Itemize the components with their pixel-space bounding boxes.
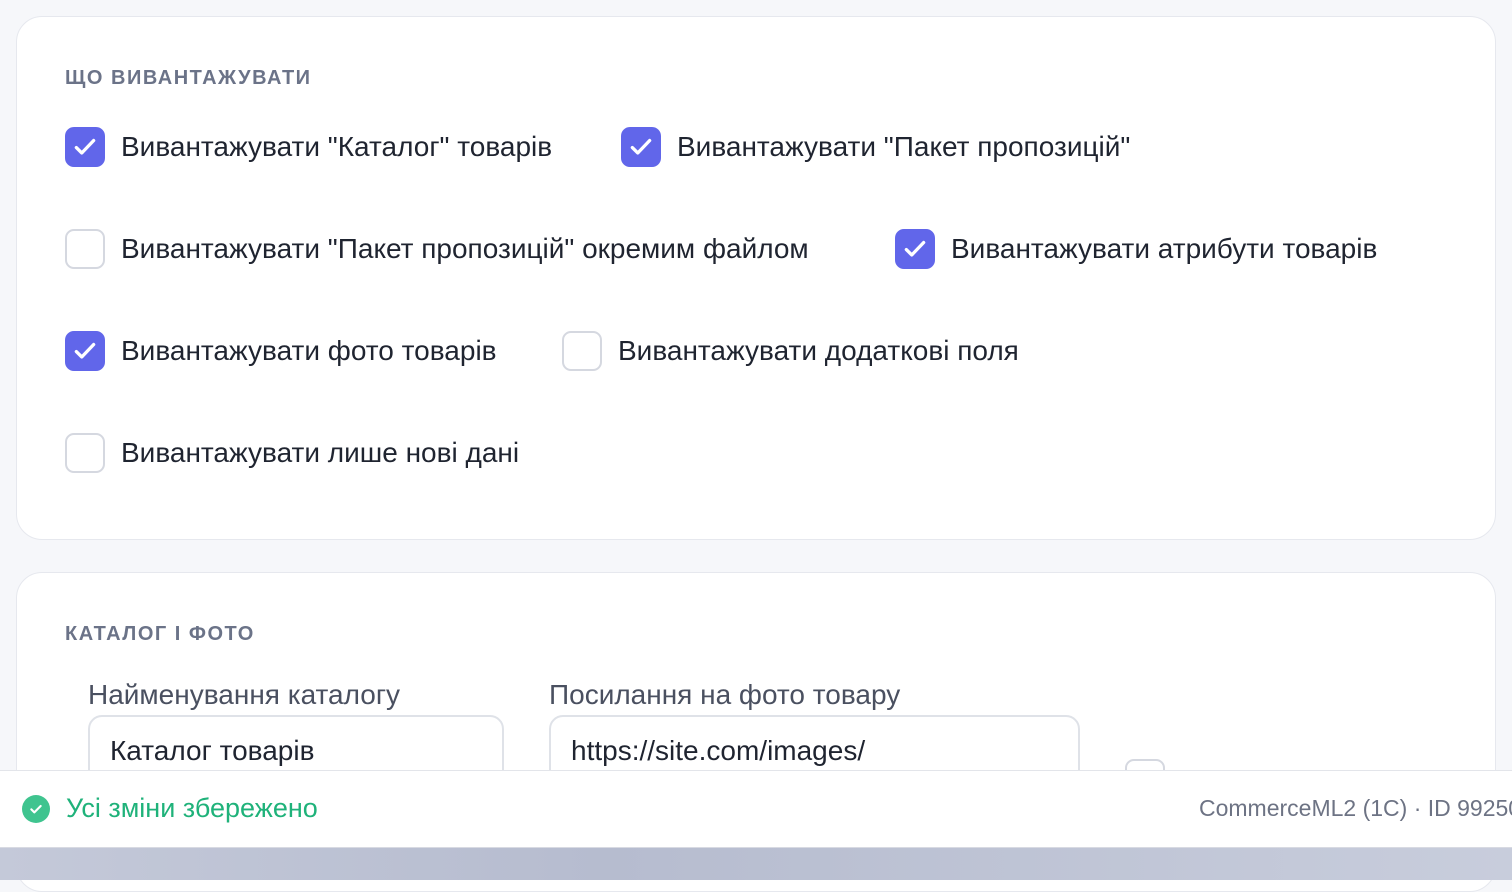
option-label: Вивантажувати лише нові дані <box>121 437 520 468</box>
option-label: Вивантажувати "Каталог" товарів <box>121 131 553 162</box>
option-export-photos[interactable]: Вивантажувати фото товарів <box>65 331 497 371</box>
option-export-new-only[interactable]: Вивантажувати лише нові дані <box>65 433 519 473</box>
option-label: Вивантажувати "Пакет пропозицій" <box>677 131 1131 162</box>
window-bottom-background <box>0 848 1512 880</box>
option-export-catalog[interactable]: Вивантажувати "Каталог" товарів <box>65 127 552 167</box>
checkbox-export-offers[interactable] <box>621 127 661 167</box>
export-options-card: Що вивантажувати Вивантажувати "Каталог"… <box>16 16 1496 540</box>
photo-link-label: Посилання на фото товару <box>549 679 901 710</box>
checkbox-export-new-only[interactable] <box>65 433 105 473</box>
integration-meta: CommerceML2 (1C) · ID 99250 <box>1199 795 1512 821</box>
option-export-offers-separate-file[interactable]: Вивантажувати "Пакет пропозицій" окремим… <box>65 229 809 269</box>
option-export-attributes[interactable]: Вивантажувати атрибути товарів <box>895 229 1377 269</box>
option-label: Вивантажувати "Пакет пропозицій" окремим… <box>121 233 809 264</box>
save-status: Усі зміни збережено <box>22 793 318 824</box>
section-title-catalog: Каталог і фото <box>65 623 255 645</box>
option-label: Вивантажувати додаткові поля <box>618 335 1019 366</box>
checkbox-export-offers-separate-file[interactable] <box>65 229 105 269</box>
option-label: Вивантажувати фото товарів <box>121 335 497 366</box>
catalog-name-label: Найменування каталогу <box>88 679 401 710</box>
check-icon <box>74 342 96 359</box>
option-label: Вивантажувати атрибути товарів <box>951 233 1378 264</box>
checkbox-export-extra-fields[interactable] <box>562 331 602 371</box>
check-circle-icon <box>22 794 50 823</box>
option-export-extra-fields[interactable]: Вивантажувати додаткові поля <box>562 331 1019 371</box>
option-export-offers[interactable]: Вивантажувати "Пакет пропозицій" <box>621 127 1130 167</box>
save-status-text: Усі зміни збережено <box>66 793 318 823</box>
checkbox-export-attributes[interactable] <box>895 229 935 269</box>
check-icon <box>630 138 652 155</box>
section-title-export: Що вивантажувати <box>65 67 312 89</box>
check-icon <box>74 138 96 155</box>
status-bar: Усі зміни збережено CommerceML2 (1C) · I… <box>0 770 1512 848</box>
check-icon <box>904 240 926 257</box>
checkbox-export-photos[interactable] <box>65 331 105 371</box>
checkbox-export-catalog[interactable] <box>65 127 105 167</box>
